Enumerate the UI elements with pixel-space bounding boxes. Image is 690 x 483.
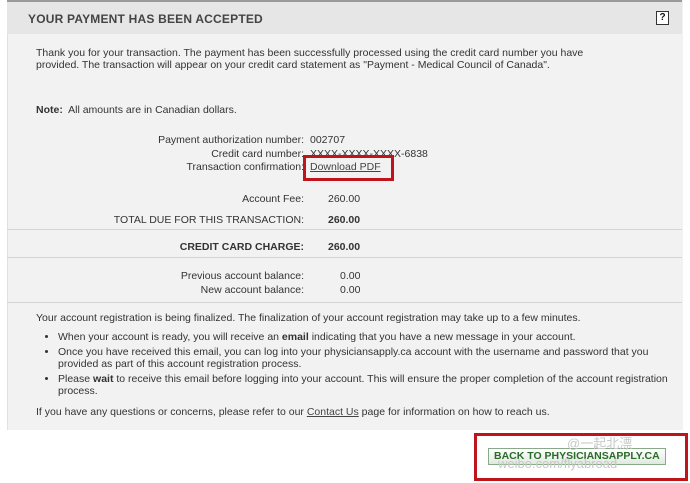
- pdf-highlight-box: [303, 155, 394, 181]
- charge-value: 260.00: [328, 241, 361, 253]
- auth-value: 002707: [310, 134, 346, 146]
- divider-registration: [7, 302, 682, 303]
- note-text: All amounts are in Canadian dollars.: [68, 104, 237, 116]
- account-fee-value: 260.00: [328, 193, 361, 205]
- contact-line: If you have any questions or concerns, p…: [36, 406, 550, 418]
- card-label: Credit card number:: [211, 148, 304, 160]
- watermark-line2: weibo.com/flyabroad: [498, 456, 618, 471]
- charge-label: CREDIT CARD CHARGE:: [179, 241, 304, 253]
- total-value: 260.00: [328, 214, 361, 226]
- note-line: Note: All amounts are in Canadian dollar…: [36, 104, 237, 116]
- watermark-line1: @一起北漂: [567, 436, 633, 451]
- new-balance-value: 0.00: [340, 284, 361, 296]
- divider-bottom: [7, 257, 682, 258]
- help-icon[interactable]: ?: [656, 11, 669, 25]
- page-title: YOUR PAYMENT HAS BEEN ACCEPTED: [28, 12, 263, 26]
- previous-balance-label: Previous account balance:: [180, 270, 304, 282]
- divider-top: [7, 229, 682, 230]
- total-label: TOTAL DUE FOR THIS TRANSACTION:: [113, 214, 304, 226]
- note-label: Note:: [36, 104, 63, 116]
- list-item: Please wait to receive this email before…: [58, 373, 688, 397]
- registration-text: Your account registration is being final…: [36, 312, 581, 324]
- intro-text: Thank you for your transaction. The paym…: [36, 47, 584, 71]
- account-fee-label: Account Fee:: [242, 193, 304, 205]
- list-item: When your account is ready, you will rec…: [58, 331, 688, 343]
- confirm-label: Transaction confirmation:: [186, 161, 305, 173]
- list-item: Once you have received this email, you c…: [58, 346, 688, 370]
- contact-us-link[interactable]: Contact Us: [307, 406, 359, 418]
- instructions-list: When your account is ready, you will rec…: [44, 331, 688, 400]
- previous-balance-value: 0.00: [340, 270, 361, 282]
- new-balance-label: New account balance:: [200, 284, 304, 296]
- auth-label: Payment authorization number:: [158, 134, 304, 146]
